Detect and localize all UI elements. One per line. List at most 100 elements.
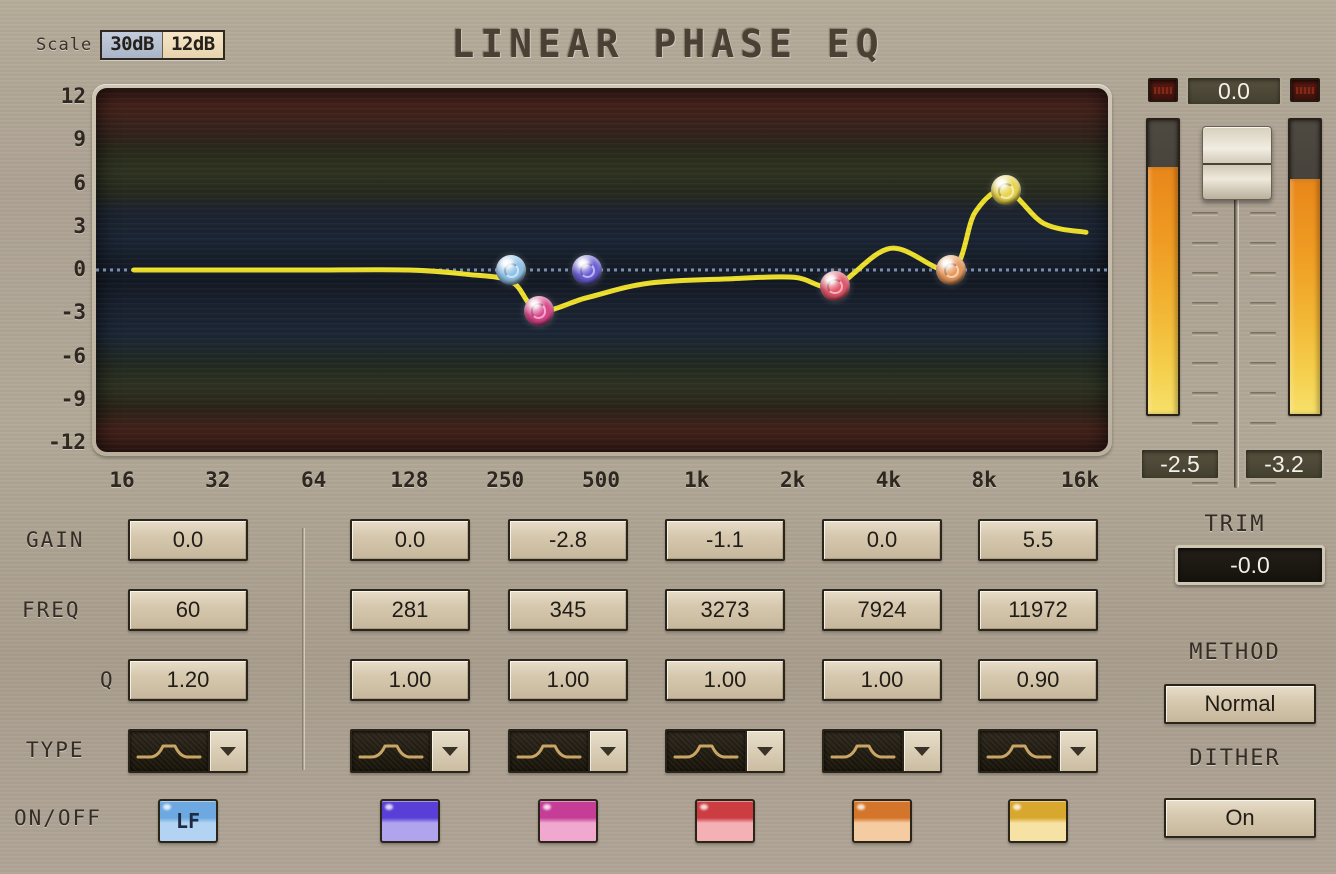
q-field-band4[interactable]: 1.00 <box>665 659 785 701</box>
shelf-curve-icon <box>130 731 210 771</box>
fader-tick <box>1250 242 1276 246</box>
x-axis: 16 32 64 128 250 500 1k 2k 4k 8k 16k <box>92 468 1112 498</box>
handle-specular <box>502 259 513 268</box>
onoff-button-band4[interactable] <box>695 799 755 843</box>
onoff-button-band5[interactable] <box>852 799 912 843</box>
clip-led-left[interactable] <box>1148 78 1178 102</box>
row-label-type: TYPE <box>26 738 85 762</box>
x-tick: 64 <box>300 468 327 492</box>
row-label-gain: GAIN <box>26 528 85 552</box>
method-label: METHOD <box>1189 640 1281 665</box>
scale-toggle[interactable]: 30dB 12dB <box>100 30 225 60</box>
type-select-band4[interactable] <box>665 729 785 773</box>
fader-tick <box>1250 362 1276 366</box>
freq-field-band4[interactable]: 3273 <box>665 589 785 631</box>
chevron-down-icon[interactable] <box>432 731 468 771</box>
x-tick: 8k <box>971 468 997 492</box>
gain-field-band5[interactable]: 0.0 <box>822 519 942 561</box>
bell-curve-icon <box>824 731 904 771</box>
y-axis: 12 9 6 3 0 -3 -6 -9 -12 <box>28 84 86 456</box>
onoff-button-band1[interactable]: LF <box>158 799 218 843</box>
onoff-gloss <box>543 804 551 810</box>
dither-label: DITHER <box>1189 746 1281 771</box>
type-select-band6[interactable] <box>978 729 1098 773</box>
fader-tick <box>1192 482 1218 486</box>
eq-band-handle[interactable] <box>819 270 850 301</box>
onoff-gloss <box>857 804 865 810</box>
fader-track[interactable] <box>1234 198 1239 488</box>
freq-field-band6[interactable]: 11972 <box>978 589 1098 631</box>
x-tick: 128 <box>390 468 429 492</box>
freq-field-band2[interactable]: 281 <box>350 589 470 631</box>
onoff-label: LF <box>175 809 201 833</box>
fader-ticks-right <box>1250 198 1276 488</box>
q-field-band6[interactable]: 0.90 <box>978 659 1098 701</box>
scale-control: Scale 30dB 12dB <box>36 30 225 60</box>
fader-tick <box>1192 212 1218 216</box>
fader-tick <box>1250 482 1276 486</box>
q-field-band5[interactable]: 1.00 <box>822 659 942 701</box>
output-meter-panel: 0.0 -2.5 -3.2 <box>1140 76 1330 488</box>
gain-field-band1[interactable]: 0.0 <box>128 519 248 561</box>
y-tick: 9 <box>73 127 86 152</box>
type-select-band2[interactable] <box>350 729 470 773</box>
onoff-button-band3[interactable] <box>538 799 598 843</box>
q-field-band2[interactable]: 1.00 <box>350 659 470 701</box>
q-field-band1[interactable]: 1.20 <box>128 659 248 701</box>
output-fader-handle[interactable] <box>1202 126 1272 200</box>
level-meter-left[interactable] <box>1146 118 1180 416</box>
type-select-band1[interactable] <box>128 729 248 773</box>
x-tick: 250 <box>486 468 525 492</box>
onoff-gloss <box>700 804 708 810</box>
freq-field-band3[interactable]: 345 <box>508 589 628 631</box>
scale-option-30db[interactable]: 30dB <box>102 32 162 58</box>
bell-curve-icon <box>352 731 432 771</box>
onoff-gloss <box>385 804 393 810</box>
trim-display[interactable]: -0.0 <box>1175 545 1325 585</box>
type-select-band5[interactable] <box>822 729 942 773</box>
y-tick: -6 <box>60 343 86 368</box>
eq-response-curve <box>131 187 1089 314</box>
handle-specular <box>996 179 1007 188</box>
eq-band-handle[interactable] <box>990 175 1021 206</box>
eq-graph-bezel <box>92 84 1112 456</box>
chevron-down-icon[interactable] <box>747 731 783 771</box>
gain-field-band4[interactable]: -1.1 <box>665 519 785 561</box>
fader-tick <box>1250 332 1276 336</box>
onoff-button-band6[interactable] <box>1008 799 1068 843</box>
x-tick: 4k <box>875 468 902 492</box>
fader-tick <box>1192 242 1218 246</box>
scale-option-12db[interactable]: 12dB <box>161 32 223 58</box>
gain-field-band3[interactable]: -2.8 <box>508 519 628 561</box>
chevron-down-icon[interactable] <box>904 731 940 771</box>
bell-curve-icon <box>510 731 590 771</box>
dither-select[interactable]: On <box>1164 798 1316 838</box>
onoff-button-band2[interactable] <box>380 799 440 843</box>
freq-field-band1[interactable]: 60 <box>128 589 248 631</box>
peak-readout-right[interactable]: -3.2 <box>1244 448 1324 480</box>
fader-tick <box>1192 392 1218 396</box>
chevron-down-icon[interactable] <box>590 731 626 771</box>
chevron-down-icon[interactable] <box>1060 731 1096 771</box>
clip-led-right[interactable] <box>1290 78 1320 102</box>
x-tick: 32 <box>205 468 231 492</box>
freq-field-band5[interactable]: 7924 <box>822 589 942 631</box>
eq-band-handle[interactable] <box>523 295 554 326</box>
handle-specular <box>942 259 953 268</box>
peak-readout-left[interactable]: -2.5 <box>1140 448 1220 480</box>
gain-field-band2[interactable]: 0.0 <box>350 519 470 561</box>
eq-graph[interactable] <box>96 88 1108 452</box>
fader-tick <box>1192 332 1218 336</box>
chevron-down-icon[interactable] <box>210 731 246 771</box>
y-tick: -3 <box>60 300 86 325</box>
fader-ticks-left <box>1192 198 1218 488</box>
gain-field-band6[interactable]: 5.5 <box>978 519 1098 561</box>
q-field-band3[interactable]: 1.00 <box>508 659 628 701</box>
output-gain-display[interactable]: 0.0 <box>1186 76 1282 106</box>
level-meter-right[interactable] <box>1288 118 1322 416</box>
handle-specular <box>825 275 837 284</box>
method-select[interactable]: Normal <box>1164 684 1316 724</box>
type-select-band3[interactable] <box>508 729 628 773</box>
onoff-gloss <box>163 804 171 810</box>
bell-curve-icon <box>667 731 747 771</box>
